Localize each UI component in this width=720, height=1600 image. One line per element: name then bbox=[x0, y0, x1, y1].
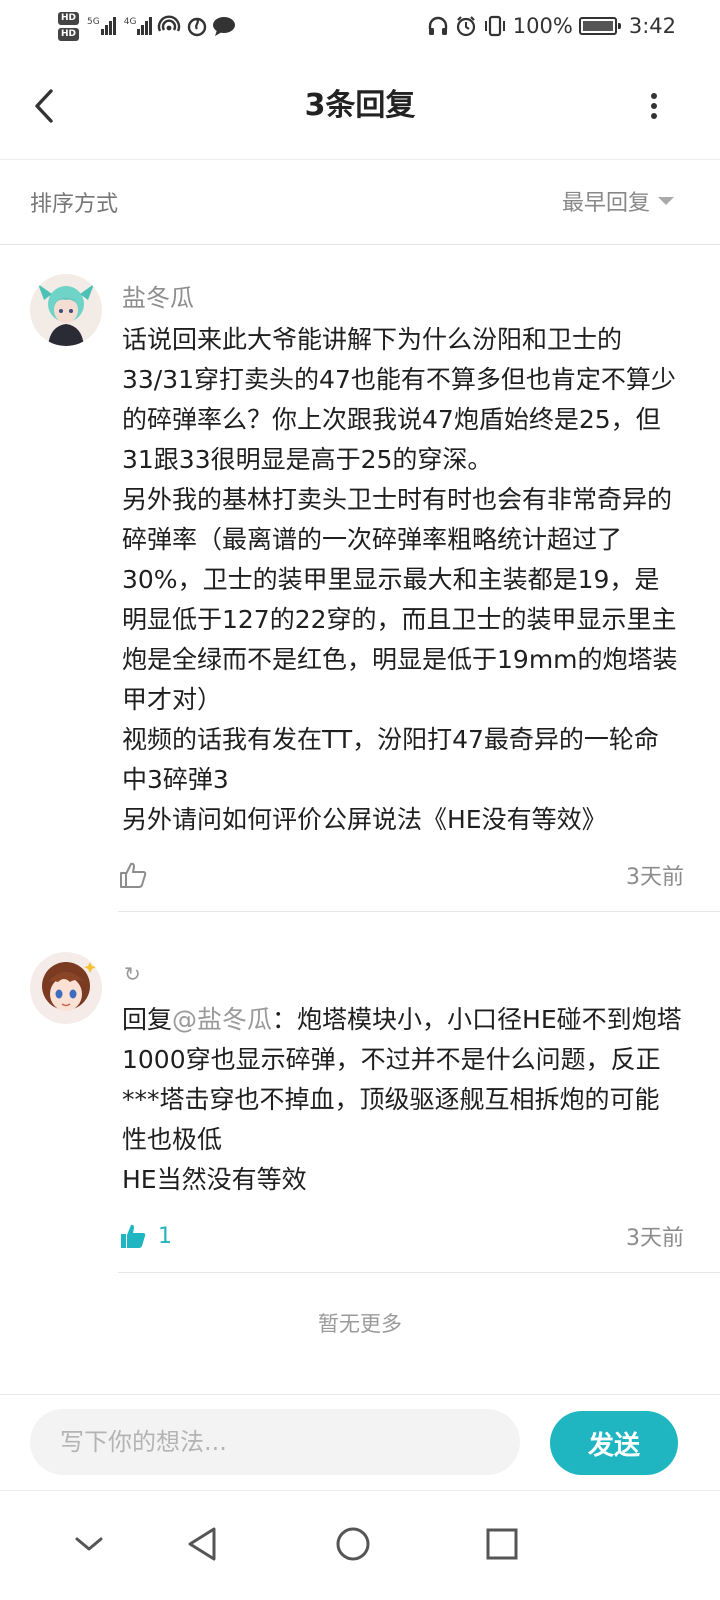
chevron-down-icon bbox=[75, 1537, 103, 1551]
comment-paragraph: 话说回来此大爷能讲解下为什么汾阳和卫士的33/31穿打卖头的47也能有不算多但也… bbox=[122, 325, 676, 474]
comment-time: 3天前 bbox=[626, 865, 684, 890]
comment-body: 话说回来此大爷能讲解下为什么汾阳和卫士的33/31穿打卖头的47也能有不算多但也… bbox=[122, 320, 682, 840]
comment-paragraph: 另外请问如何评价公屏说法《HE没有等效》 bbox=[122, 805, 607, 834]
triangle-back-icon bbox=[188, 1527, 216, 1561]
square-recents-icon bbox=[486, 1528, 518, 1560]
system-nav-bar bbox=[0, 1490, 720, 1600]
divider bbox=[118, 911, 720, 912]
avatar[interactable] bbox=[30, 274, 102, 346]
reply-paragraph: HE当然没有等效 bbox=[122, 1165, 307, 1194]
status-bar: HD HD 5G 4G 100% 3:42 bbox=[0, 0, 720, 52]
app-notification-icon bbox=[188, 17, 207, 37]
message-icon bbox=[213, 17, 236, 36]
signal-icon-sim1: 5G bbox=[87, 17, 116, 35]
hd-badge-1: HD bbox=[58, 11, 80, 25]
caret-down-icon bbox=[658, 197, 674, 205]
avatar-image bbox=[30, 274, 102, 346]
divider bbox=[118, 1272, 720, 1273]
like-count: 1 bbox=[158, 1223, 172, 1249]
comment-actions: 3天前 bbox=[118, 855, 684, 895]
more-options-button[interactable] bbox=[632, 86, 676, 126]
avatar-image bbox=[30, 952, 102, 1024]
more-vertical-icon bbox=[651, 93, 657, 119]
status-right: 100% 3:42 bbox=[427, 10, 676, 42]
battery-icon bbox=[578, 17, 621, 35]
sort-value: 最早回复 bbox=[561, 191, 650, 216]
thumbs-up-filled-icon bbox=[121, 1224, 146, 1248]
sort-dropdown[interactable]: 最早回复 bbox=[562, 185, 674, 217]
hd-badge-2: HD bbox=[58, 27, 80, 41]
reply-prefix: 回复 bbox=[122, 1005, 173, 1034]
sort-label: 排序方式 bbox=[30, 192, 119, 217]
reply-input[interactable] bbox=[30, 1409, 520, 1475]
title-bar: 3条回复 bbox=[0, 52, 720, 160]
no-more-text: 暂无更多 bbox=[318, 1312, 402, 1336]
vibrate-icon bbox=[484, 15, 505, 37]
sort-bar: 排序方式 最早回复 bbox=[0, 161, 720, 245]
hd-indicators: HD HD bbox=[58, 11, 80, 41]
comment-actions: 1 3天前 bbox=[118, 1216, 684, 1256]
mention-link[interactable]: @盐冬瓜 bbox=[172, 1005, 272, 1034]
battery-percent: 100% bbox=[512, 14, 573, 38]
send-button[interactable]: 发送 bbox=[550, 1411, 678, 1475]
signal-icon-sim2: 4G bbox=[124, 17, 153, 35]
circle-home-icon bbox=[336, 1527, 370, 1561]
avatar[interactable] bbox=[30, 952, 102, 1024]
nav-back-button[interactable] bbox=[167, 1509, 237, 1579]
thumbs-up-icon bbox=[120, 862, 147, 888]
headphones-icon bbox=[428, 16, 447, 35]
nav-recents-button[interactable] bbox=[467, 1509, 537, 1579]
nav-home-button[interactable] bbox=[318, 1509, 388, 1579]
nav-hide-button[interactable] bbox=[54, 1509, 124, 1579]
like-button[interactable]: 1 bbox=[118, 1221, 172, 1251]
status-left: HD HD 5G 4G bbox=[58, 6, 236, 46]
alarm-icon bbox=[456, 16, 475, 37]
reply-composer: 发送 bbox=[0, 1394, 720, 1490]
refresh-icon: ↻ bbox=[124, 962, 141, 986]
comment-time: 3天前 bbox=[626, 1226, 684, 1251]
page-title: 3条回复 bbox=[304, 88, 416, 123]
comment-paragraph: 另外我的基林打卖头卫士时有时也会有非常奇异的碎弹率（最离谱的一次碎弹率粗略统计超… bbox=[122, 485, 678, 714]
hotspot-icon bbox=[158, 15, 181, 32]
reply-body: 回复@盐冬瓜：炮塔模块小，小口径HE碰不到炮塔1000穿也显示碎弹，不过并不是什… bbox=[122, 1000, 682, 1200]
comment-paragraph: 视频的话我有发在TT，汾阳打47最奇异的一轮命中3碎弹3 bbox=[122, 725, 659, 794]
like-button[interactable] bbox=[118, 860, 158, 890]
comment-username[interactable]: 盐冬瓜 bbox=[122, 278, 194, 313]
clock: 3:42 bbox=[628, 14, 676, 38]
